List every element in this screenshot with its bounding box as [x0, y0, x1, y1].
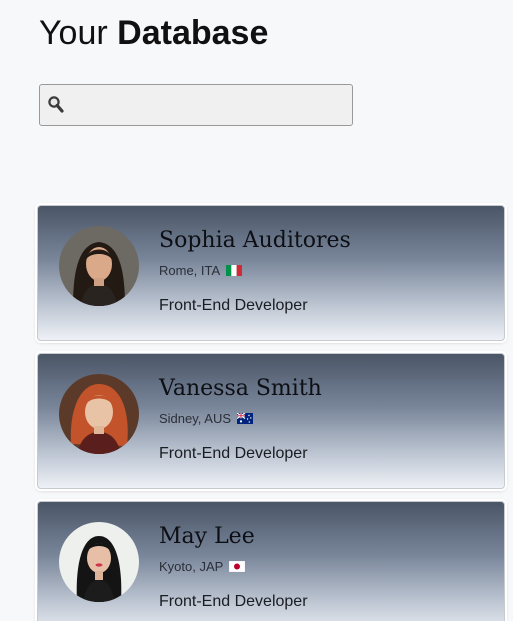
- person-name: Sophia Auditores: [159, 228, 351, 253]
- page: Your Database Sophia Auditores Rome, ITA…: [0, 0, 513, 621]
- search-box[interactable]: [39, 84, 353, 126]
- person-name: Vanessa Smith: [159, 376, 322, 401]
- avatar: [59, 522, 139, 602]
- avatar: [59, 374, 139, 454]
- person-role: Front-End Developer: [159, 593, 308, 610]
- profile-card[interactable]: Vanessa Smith Sidney, AUS Front-End Deve…: [37, 353, 505, 489]
- person-role: Front-End Developer: [159, 445, 308, 462]
- search-input[interactable]: [70, 91, 346, 119]
- person-location: Kyoto, JAP: [159, 559, 246, 574]
- location-text: Kyoto, JAP: [159, 559, 224, 574]
- italy-flag-icon: [226, 265, 243, 276]
- profile-card[interactable]: May Lee Kyoto, JAP Front-End Developer: [37, 501, 505, 621]
- avatar: [59, 226, 139, 306]
- location-text: Sidney, AUS: [159, 411, 232, 426]
- person-name: May Lee: [159, 524, 255, 549]
- person-location: Rome, ITA: [159, 263, 243, 278]
- search-icon: [47, 95, 65, 115]
- person-role: Front-End Developer: [159, 297, 308, 314]
- title-bold-text: Database: [117, 14, 269, 52]
- japan-flag-icon: [229, 561, 246, 572]
- person-location: Sidney, AUS: [159, 411, 254, 426]
- title-light-text: Your: [39, 14, 108, 52]
- profile-card[interactable]: Sophia Auditores Rome, ITA Front-End Dev…: [37, 205, 505, 341]
- location-text: Rome, ITA: [159, 263, 221, 278]
- page-title: Your Database: [39, 12, 268, 54]
- australia-flag-icon: [237, 413, 254, 424]
